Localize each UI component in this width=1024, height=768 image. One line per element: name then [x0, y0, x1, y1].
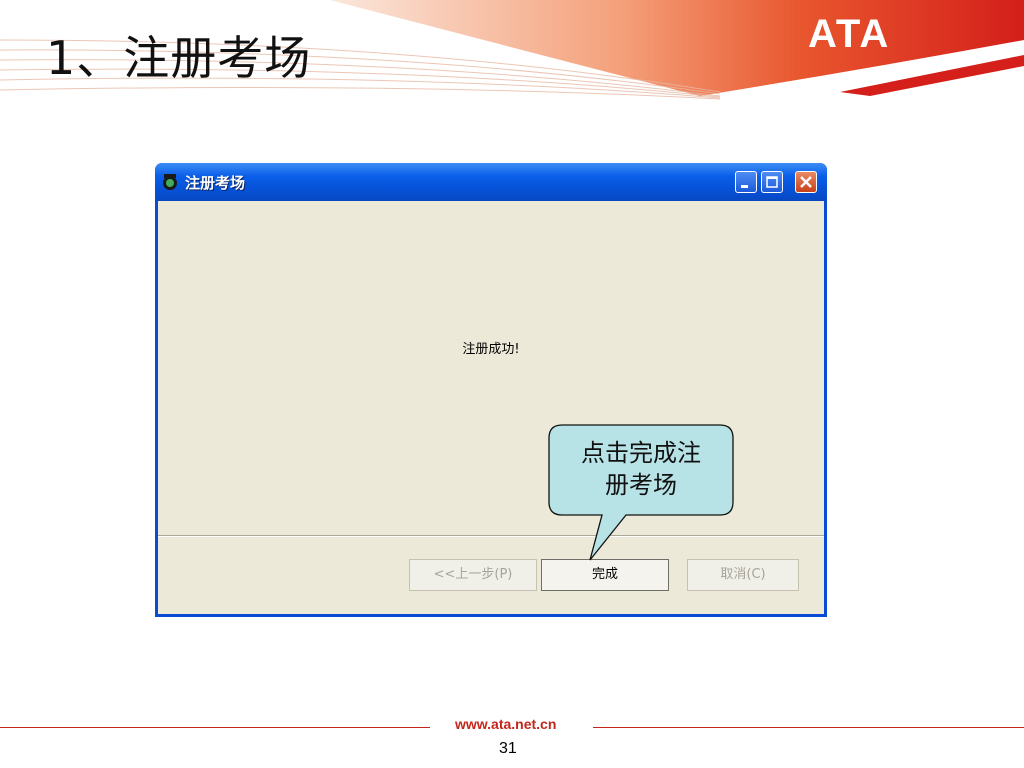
previous-step-button[interactable]: <<上一步(P) [409, 559, 537, 591]
window-title: 注册考场 [185, 174, 246, 192]
footer-line-left [0, 727, 430, 728]
slide-title: 1、注册考场 [46, 31, 312, 85]
close-icon [800, 176, 812, 188]
callout-line-1: 点击完成注 [581, 439, 701, 467]
page-number: 31 [499, 740, 517, 757]
success-message: 注册成功! [462, 342, 520, 357]
maximize-button[interactable] [761, 171, 783, 193]
minimize-button[interactable] [735, 171, 757, 193]
ata-logo: ATA [808, 12, 891, 56]
footer-line-right [593, 727, 1024, 728]
minimize-icon [741, 185, 748, 188]
maximize-icon [766, 176, 778, 188]
callout-text: 点击完成注 册考场 [552, 437, 730, 501]
window-titlebar[interactable]: 注册考场 [155, 163, 827, 201]
callout-line-2: 册考场 [605, 471, 677, 499]
app-icon [163, 174, 177, 190]
close-button[interactable] [795, 171, 817, 193]
footer-url: www.ata.net.cn [455, 716, 557, 732]
